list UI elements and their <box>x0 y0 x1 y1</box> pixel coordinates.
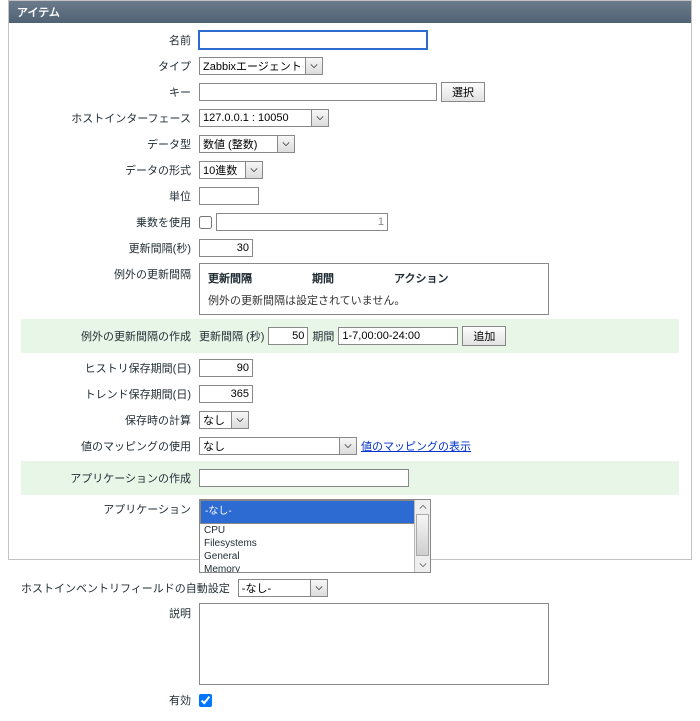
multiplier-input[interactable] <box>216 213 388 231</box>
multiplier-checkbox[interactable] <box>199 216 212 229</box>
add-button[interactable]: 追加 <box>462 326 506 346</box>
flex-sub-period-label: 期間 <box>312 328 334 344</box>
app-create-input[interactable] <box>199 469 409 487</box>
hostif-select[interactable] <box>199 109 329 127</box>
list-item[interactable]: CPU <box>200 524 430 537</box>
label-key: キー <box>21 84 199 100</box>
type-select[interactable] <box>199 57 323 75</box>
label-flex-create: 例外の更新間隔の作成 <box>21 328 199 344</box>
label-datatype: データ型 <box>21 136 199 152</box>
interval-input[interactable] <box>199 239 253 257</box>
label-app-create: アプリケーションの作成 <box>21 470 199 486</box>
label-name: 名前 <box>21 32 199 48</box>
name-input[interactable] <box>199 31 427 49</box>
flex-hdr-period: 期間 <box>312 270 334 286</box>
description-textarea[interactable] <box>199 603 549 685</box>
datatype-select[interactable] <box>199 135 295 153</box>
apps-listbox[interactable]: -なし- CPU Filesystems General Memory Netw… <box>199 499 431 573</box>
label-hostif: ホストインターフェース <box>21 110 199 126</box>
list-item[interactable]: -なし- <box>200 500 430 524</box>
unit-input[interactable] <box>199 187 259 205</box>
store-select[interactable] <box>199 411 249 429</box>
flex-interval-input[interactable] <box>268 327 308 345</box>
flex-empty-message: 例外の更新間隔は設定されていません。 <box>208 292 540 308</box>
panel-header: アイテム <box>9 1 691 23</box>
flex-hdr-interval: 更新間隔 <box>208 270 252 286</box>
key-input[interactable] <box>199 83 437 101</box>
label-multiplier: 乗数を使用 <box>21 214 199 230</box>
select-button[interactable]: 選択 <box>441 82 485 102</box>
label-trend: トレンド保存期間(日) <box>21 386 199 402</box>
flex-sub-int-label: 更新間隔 (秒) <box>199 328 264 344</box>
trend-input[interactable] <box>199 385 253 403</box>
label-enabled: 有効 <box>21 692 199 708</box>
label-apps: アプリケーション <box>21 499 199 517</box>
scroll-down-icon[interactable] <box>415 558 430 572</box>
scrollbar[interactable] <box>414 500 430 572</box>
list-item[interactable]: General <box>200 550 430 563</box>
label-inventory: ホストインベントリフィールドの自動設定 <box>21 580 238 596</box>
label-datafmt: データの形式 <box>21 162 199 178</box>
form-body: 名前 タイプ キー 選択 ホストインターフェース データ型 データの形式 単位 … <box>9 23 691 721</box>
flex-hdr-action: アクション <box>394 270 448 286</box>
label-unit: 単位 <box>21 188 199 204</box>
label-type: タイプ <box>21 58 199 74</box>
flex-intervals-box: 更新間隔 期間 アクション 例外の更新間隔は設定されていません。 <box>199 263 549 315</box>
label-history: ヒストリ保存期間(日) <box>21 360 199 376</box>
scroll-up-icon[interactable] <box>415 500 430 514</box>
label-flex: 例外の更新間隔 <box>21 263 199 282</box>
label-interval: 更新間隔(秒) <box>21 240 199 256</box>
history-input[interactable] <box>199 359 253 377</box>
flex-period-input[interactable] <box>338 327 458 345</box>
list-item[interactable]: Memory <box>200 563 430 573</box>
valuemap-select[interactable] <box>199 437 357 455</box>
label-valuemap: 値のマッピングの使用 <box>21 438 199 454</box>
inventory-select[interactable] <box>238 579 328 597</box>
valuemap-link[interactable]: 値のマッピングの表示 <box>361 438 471 454</box>
label-desc: 説明 <box>21 603 199 621</box>
list-item[interactable]: Filesystems <box>200 537 430 550</box>
label-store: 保存時の計算 <box>21 412 199 428</box>
datafmt-select[interactable] <box>199 161 263 179</box>
enabled-checkbox[interactable] <box>199 694 212 707</box>
scrollbar-thumb[interactable] <box>416 514 429 556</box>
